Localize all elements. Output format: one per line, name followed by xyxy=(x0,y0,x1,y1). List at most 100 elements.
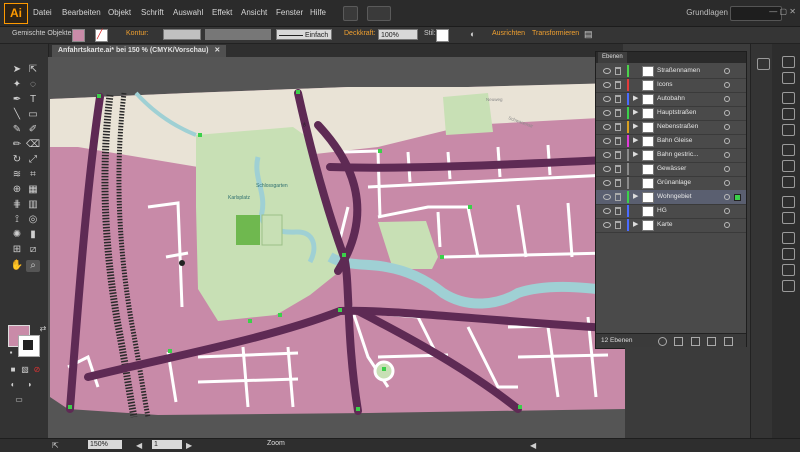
visibility-eye-icon[interactable] xyxy=(603,166,611,172)
layer-row[interactable]: ▶ Karte xyxy=(596,218,746,233)
line-tool-icon[interactable]: ╲ xyxy=(10,109,24,121)
layer-name[interactable]: Hauptstraßen xyxy=(657,109,696,116)
layer-row[interactable]: ▶ Bahn gestric... xyxy=(596,148,746,163)
layer-row[interactable]: ▶ Hauptstraßen xyxy=(596,106,746,121)
lock-icon[interactable] xyxy=(615,193,621,201)
target-icon[interactable] xyxy=(724,208,730,214)
layers-tab[interactable]: Ebenen xyxy=(598,52,627,63)
expand-arrow-icon[interactable]: ▶ xyxy=(633,122,638,130)
stroke-color-box[interactable] xyxy=(18,335,40,357)
target-icon[interactable] xyxy=(724,166,730,172)
draw-mode-icon[interactable]: ◐ xyxy=(6,379,20,391)
pathfinder-panel-icon[interactable] xyxy=(782,280,795,292)
target-icon[interactable] xyxy=(724,96,730,102)
appearance-panel-icon[interactable] xyxy=(782,196,795,208)
stroke-label-link[interactable]: Kontur: xyxy=(126,30,149,37)
menu-fenster[interactable]: Fenster xyxy=(276,8,303,17)
target-icon[interactable] xyxy=(724,180,730,186)
width-tool-icon[interactable]: ≋ xyxy=(10,169,24,181)
scroll-left-icon[interactable]: ◀ xyxy=(530,441,536,450)
lock-icon[interactable] xyxy=(615,137,621,145)
transform-link[interactable]: Transformieren xyxy=(532,30,579,37)
menu-hilfe[interactable]: Hilfe xyxy=(310,8,326,17)
recolor-icon[interactable]: ◐ xyxy=(470,29,475,39)
target-icon[interactable] xyxy=(724,152,730,158)
rectangle-tool-icon[interactable]: ▭ xyxy=(26,109,40,121)
visibility-eye-icon[interactable] xyxy=(603,222,611,228)
menu-ansicht[interactable]: Ansicht xyxy=(241,8,267,17)
expand-arrow-icon[interactable]: ▶ xyxy=(633,150,638,158)
canvas-area[interactable]: Schlossgarten Karlsplatz Neuweg Schwanen… xyxy=(48,57,625,438)
layer-name[interactable]: Bahn Gleise xyxy=(657,137,692,144)
lock-icon[interactable] xyxy=(615,109,621,117)
type-tool-icon[interactable]: T xyxy=(26,94,40,106)
artboard-tool-icon[interactable]: ⊞ xyxy=(10,244,24,256)
target-icon[interactable] xyxy=(724,194,730,200)
lasso-tool-icon[interactable]: ◌ xyxy=(26,79,40,91)
expand-arrow-icon[interactable]: ▶ xyxy=(633,94,638,102)
gradient-panel-icon[interactable] xyxy=(782,160,795,172)
visibility-eye-icon[interactable] xyxy=(603,124,611,130)
make-clipping-mask-icon[interactable] xyxy=(674,337,683,346)
next-artboard-icon[interactable]: ▶ xyxy=(186,441,192,450)
opacity-label-link[interactable]: Deckkraft: xyxy=(344,30,376,37)
layer-name[interactable]: Karte xyxy=(657,221,673,228)
menu-schrift[interactable]: Schrift xyxy=(141,8,164,17)
visibility-eye-icon[interactable] xyxy=(603,138,611,144)
lock-icon[interactable] xyxy=(615,67,621,75)
selection-indicator[interactable] xyxy=(734,194,741,201)
mesh-tool-icon[interactable]: ⋕ xyxy=(10,199,24,211)
layer-row[interactable]: Straßennamen xyxy=(596,64,746,79)
target-icon[interactable] xyxy=(724,124,730,130)
layer-row[interactable]: Gewässer xyxy=(596,162,746,177)
menu-bearbeiten[interactable]: Bearbeiten xyxy=(62,8,101,17)
perspective-grid-tool-icon[interactable]: ▦ xyxy=(26,184,40,196)
lock-icon[interactable] xyxy=(615,123,621,131)
magic-wand-tool-icon[interactable]: ✦ xyxy=(10,79,24,91)
artboard-navigator-icon[interactable]: ⇱ xyxy=(52,441,59,450)
layer-name[interactable]: Icons xyxy=(657,81,673,88)
layer-name[interactable]: HG xyxy=(657,207,667,214)
artboard-number-field[interactable]: 1 xyxy=(152,440,182,449)
new-sublayer-icon[interactable] xyxy=(691,337,700,346)
stroke-style-select[interactable]: Einfach xyxy=(276,29,332,40)
rotate-tool-icon[interactable]: ↻ xyxy=(10,154,24,166)
layer-name[interactable]: Bahn gestric... xyxy=(657,151,699,158)
layer-name[interactable]: Wohngebiet xyxy=(657,193,692,200)
free-transform-tool-icon[interactable]: ⌗ xyxy=(26,169,40,181)
layer-name[interactable]: Gewässer xyxy=(657,165,686,172)
stroke-swatch[interactable]: ╱ xyxy=(95,29,108,42)
map-artwork[interactable]: Schlossgarten Karlsplatz Neuweg Schwanen… xyxy=(48,57,625,438)
target-icon[interactable] xyxy=(724,222,730,228)
hand-tool-icon[interactable]: ✋ xyxy=(10,260,24,272)
menu-datei[interactable]: Datei xyxy=(33,8,52,17)
visibility-eye-icon[interactable] xyxy=(603,82,611,88)
color-panel-icon[interactable] xyxy=(782,56,795,68)
slice-tool-icon[interactable]: ⧄ xyxy=(26,244,40,256)
color-guide-icon[interactable] xyxy=(782,72,795,84)
symbol-sprayer-tool-icon[interactable]: ✺ xyxy=(10,229,24,241)
column-graph-tool-icon[interactable]: ▮ xyxy=(26,229,40,241)
layers-panel-icon[interactable] xyxy=(757,58,770,70)
lock-icon[interactable] xyxy=(615,207,621,215)
transparency-panel-icon[interactable] xyxy=(782,176,795,188)
none-mode-icon[interactable]: ⊘ xyxy=(30,364,44,376)
lock-icon[interactable] xyxy=(615,179,621,187)
drawing-modes-icon[interactable]: ◑ xyxy=(22,379,36,391)
lock-icon[interactable] xyxy=(615,151,621,159)
visibility-eye-icon[interactable] xyxy=(603,152,611,158)
layer-row[interactable]: ▶ Autobahn xyxy=(596,92,746,107)
symbols-panel-icon[interactable] xyxy=(782,124,795,136)
expand-arrow-icon[interactable]: ▶ xyxy=(633,108,638,116)
brush-tool-icon[interactable]: ✎ xyxy=(10,124,24,136)
pen-tool-icon[interactable]: ✒ xyxy=(10,94,24,106)
target-icon[interactable] xyxy=(724,138,730,144)
visibility-eye-icon[interactable] xyxy=(603,208,611,214)
expand-arrow-icon[interactable]: ▶ xyxy=(633,220,638,228)
eyedropper-tool-icon[interactable]: ⟟ xyxy=(10,214,24,226)
expand-arrow-icon[interactable]: ▶ xyxy=(633,192,638,200)
layer-row[interactable]: ▶ Wohngebiet xyxy=(596,190,746,205)
menu-objekt[interactable]: Objekt xyxy=(108,8,131,17)
stroke-panel-icon[interactable] xyxy=(782,144,795,156)
target-icon[interactable] xyxy=(724,68,730,74)
